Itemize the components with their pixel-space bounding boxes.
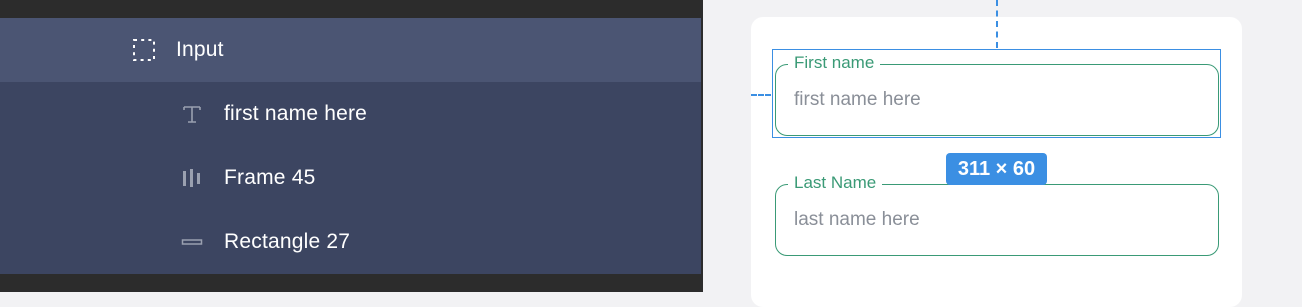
- last-name-label: Last Name: [788, 173, 883, 193]
- first-name-input[interactable]: [794, 89, 1194, 111]
- layer-row-text[interactable]: first name here: [0, 82, 701, 146]
- layers-panel-top: [0, 0, 701, 18]
- layers-panel-bottom: [0, 274, 701, 292]
- rectangle-icon: [180, 230, 204, 254]
- first-name-label: First name: [788, 53, 881, 73]
- first-name-field[interactable]: First name: [775, 53, 1219, 136]
- dimension-badge: 311 × 60: [946, 153, 1047, 185]
- layer-label: Frame 45: [224, 166, 316, 189]
- last-name-field[interactable]: Last Name: [775, 173, 1219, 256]
- layer-row-frame[interactable]: Frame 45: [0, 146, 701, 210]
- layer-label: first name here: [224, 102, 368, 125]
- frame-dashed-icon: [132, 38, 156, 62]
- last-name-input[interactable]: [794, 209, 1194, 231]
- spacing-guide-vertical: [996, 0, 998, 48]
- layer-row-input[interactable]: Input: [0, 18, 701, 82]
- text-icon: [180, 102, 204, 126]
- layer-label: Rectangle 27: [224, 230, 351, 253]
- spacing-guide-horizontal: [751, 94, 771, 96]
- layer-row-rectangle[interactable]: Rectangle 27: [0, 210, 701, 274]
- auto-layout-icon: [180, 166, 204, 190]
- layer-label: Input: [176, 38, 224, 61]
- layers-panel: Input first name here Frame 45 Rectangle: [0, 0, 701, 292]
